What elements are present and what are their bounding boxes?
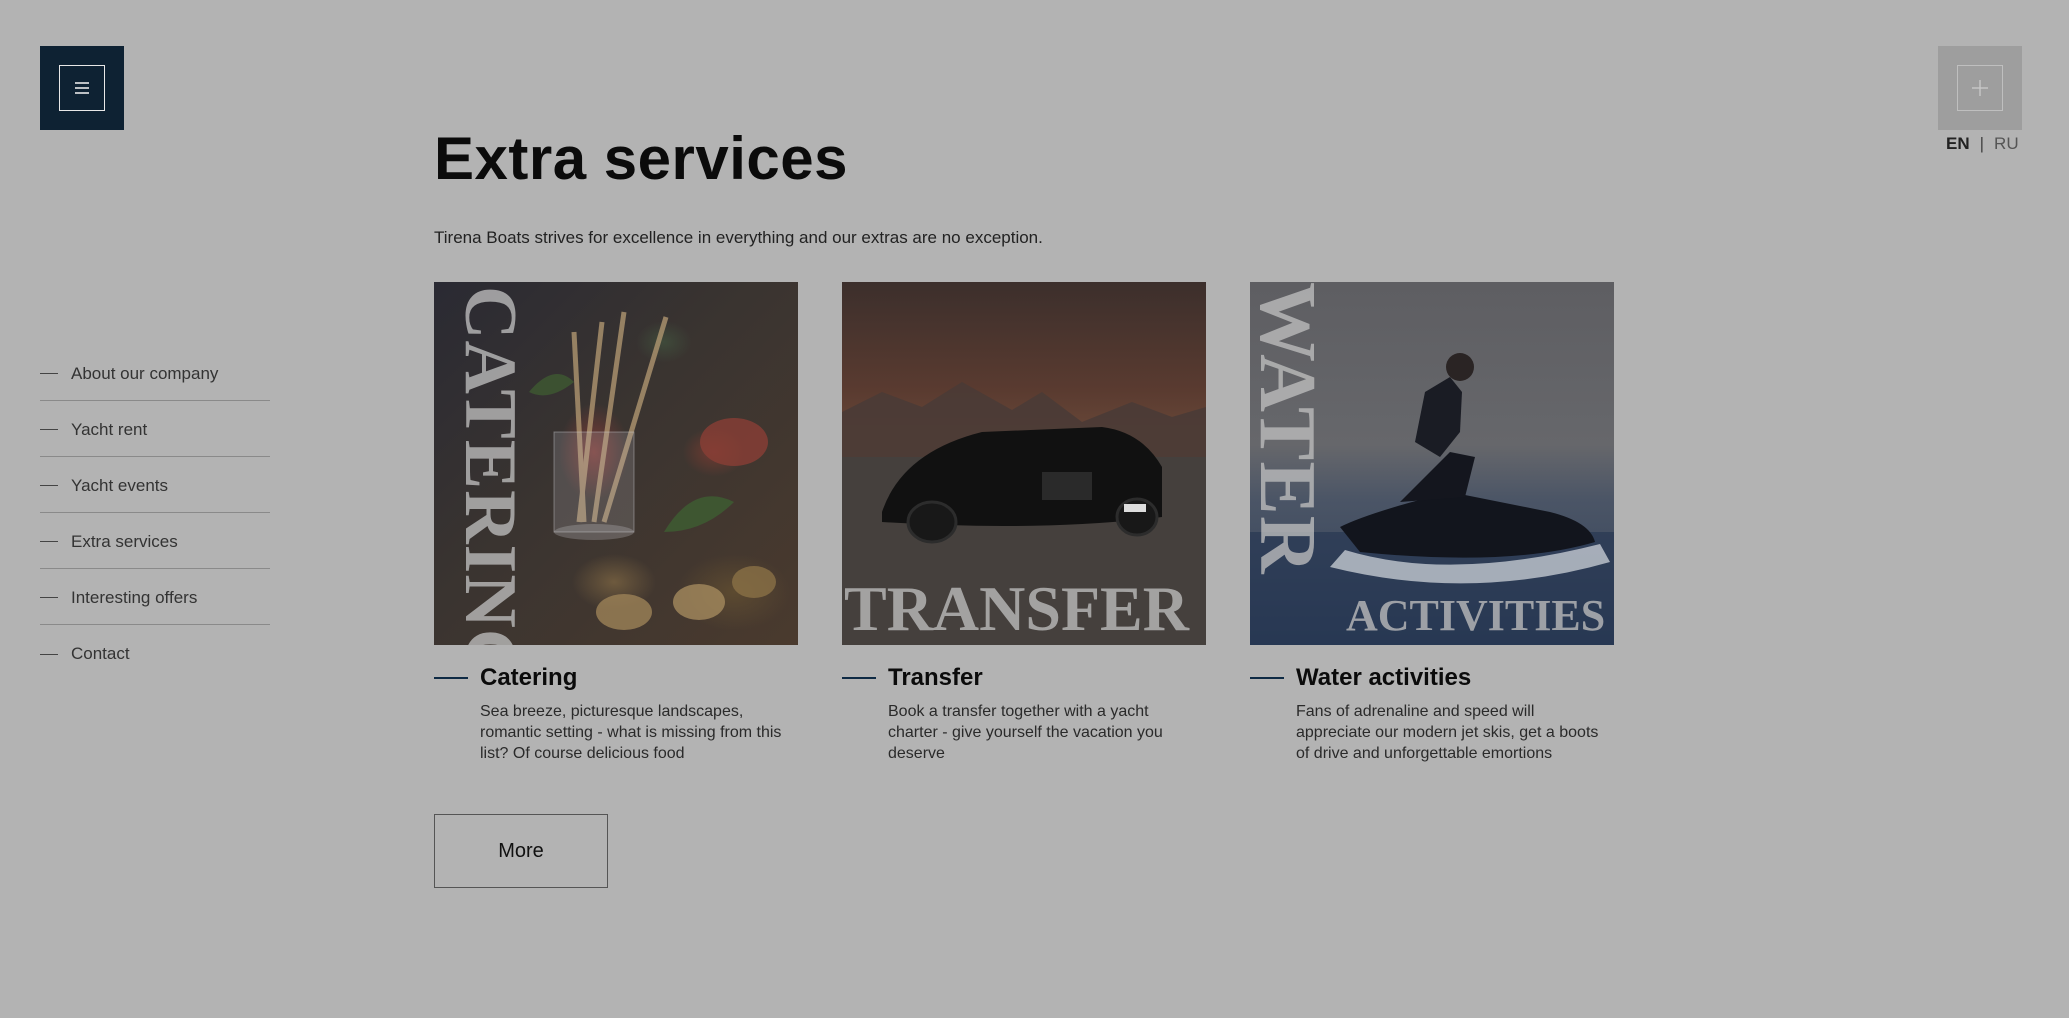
transfer-image: TRANSFER [842, 282, 1206, 645]
dash-icon [434, 677, 468, 679]
water-image-text: WATER [1250, 282, 1331, 575]
service-title-row: Water activities [1250, 661, 1614, 695]
page-title: Extra services [434, 125, 848, 192]
lang-ru-link[interactable]: RU [1994, 134, 2019, 154]
plus-button[interactable] [1938, 46, 2022, 130]
service-card-catering[interactable]: CATERING Catering Sea breeze, picturesqu… [434, 282, 798, 764]
dash-icon [40, 541, 58, 542]
activities-image-text: ACTIVITIES [1346, 591, 1606, 640]
sidebar-item-label: Contact [71, 644, 130, 663]
sidebar-item-yacht-events[interactable]: Yacht events [40, 457, 270, 513]
catering-image-text: CATERING [449, 286, 531, 645]
service-name: Water activities [1296, 664, 1472, 691]
menu-button-frame [59, 65, 105, 111]
page-subtitle: Tirena Boats strives for excellence in e… [434, 228, 1043, 247]
catering-image: CATERING [434, 282, 798, 645]
transfer-image-text: TRANSFER [844, 573, 1189, 644]
plus-icon [1972, 80, 1988, 96]
dash-icon [40, 485, 58, 486]
lang-en-link[interactable]: EN [1946, 134, 1970, 154]
sidebar-item-label: Yacht events [71, 475, 169, 495]
service-title-row: Catering [434, 661, 798, 695]
sidebar-item-label: Yacht rent [71, 419, 148, 439]
service-card-transfer[interactable]: TRANSFER Transfer Book a transfer togeth… [842, 282, 1206, 764]
more-button[interactable]: More [434, 814, 608, 888]
sidebar-item-yacht-rent[interactable]: Yacht rent [40, 401, 270, 457]
dash-icon [40, 653, 58, 655]
lang-separator: | [1979, 134, 1985, 153]
language-switcher: EN | RU [1946, 134, 2019, 154]
dash-icon [1250, 677, 1284, 679]
service-description: Book a transfer together with a yacht ch… [888, 703, 1163, 762]
service-name: Catering [480, 664, 578, 691]
sidebar-item-interesting-offers[interactable]: Interesting offers [40, 569, 270, 625]
sidebar-item-about[interactable]: About our company [40, 345, 270, 401]
service-description: Fans of adrenaline and speed will apprec… [1296, 703, 1599, 762]
hamburger-icon [75, 82, 89, 94]
sidebar-nav: About our company Yacht rent Yacht event… [40, 345, 270, 681]
sidebar-item-extra-services[interactable]: Extra services [40, 513, 270, 569]
sidebar-item-label: Interesting offers [71, 587, 198, 607]
service-title-row: Transfer [842, 661, 1206, 695]
sidebar-item-contact[interactable]: Contact [40, 625, 270, 681]
service-card-water-activities[interactable]: WATER ACTIVITIES Water activities Fans o… [1250, 282, 1614, 764]
dash-icon [40, 429, 58, 430]
sidebar-item-label: Extra services [71, 531, 178, 551]
dash-icon [40, 597, 58, 598]
dash-icon [40, 373, 58, 374]
service-description: Sea breeze, picturesque landscapes, roma… [480, 703, 782, 762]
sidebar-item-label: About our company [71, 363, 219, 383]
service-name: Transfer [888, 664, 983, 691]
water-activities-image: WATER ACTIVITIES [1250, 282, 1614, 645]
menu-button[interactable] [40, 46, 124, 130]
plus-button-frame [1957, 65, 2003, 111]
dash-icon [842, 677, 876, 679]
